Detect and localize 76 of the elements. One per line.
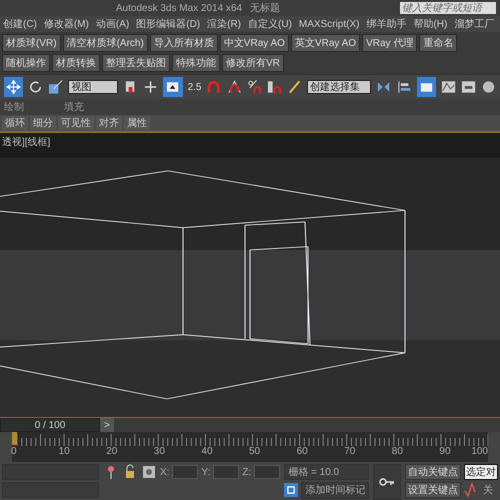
y-label: Y: <box>201 466 210 478</box>
timeline-tick-label: 30 <box>154 446 165 457</box>
script-button[interactable]: 中文VRay AO <box>220 34 289 52</box>
script-button[interactable]: 特殊功能 <box>172 54 220 72</box>
align-icon[interactable] <box>396 79 412 95</box>
selection-set-dropdown[interactable]: 创建选择集 <box>306 80 372 94</box>
menu-item[interactable]: 溜梦工厂 <box>453 17 496 31</box>
transform-mode-icon[interactable] <box>141 464 157 480</box>
script-button[interactable]: 材质球(VR) <box>2 34 61 52</box>
next-frame-button[interactable]: > <box>100 418 114 432</box>
viewport-panel[interactable]: 透视][线框] <box>0 131 500 417</box>
timeline-tick-label: 70 <box>344 446 356 457</box>
time-slider-thumb[interactable]: 0 / 100 <box>0 418 100 432</box>
timeline-tick-label: 100 <box>471 446 488 457</box>
ribbon-tab[interactable]: 对齐 <box>96 116 122 130</box>
script-button[interactable]: 整理丢失贴图 <box>102 54 170 72</box>
timeline-tick-label: 40 <box>201 446 213 457</box>
script-button[interactable]: 修改所有VR <box>222 54 284 72</box>
set-key-button[interactable]: 设置关键点 <box>405 482 461 498</box>
window-title: Autodesk 3ds Max 2014 x64 <box>116 2 242 14</box>
document-title: 无标题 <box>250 2 280 15</box>
viewport-label[interactable]: 透视][线框] <box>2 135 50 149</box>
menu-item[interactable]: 自定义(U) <box>247 17 293 31</box>
x-label: X: <box>160 466 170 478</box>
curve-editor-icon[interactable] <box>440 79 456 95</box>
ribbon-panel-label: 绘制 <box>4 100 24 114</box>
add-time-tag-field[interactable]: 添加时间标记 <box>301 482 370 498</box>
timeline-tick-label: 80 <box>392 446 403 457</box>
grid-size-readout: 栅格 = 10.0 <box>284 464 370 480</box>
ribbon-tab[interactable]: 循环 <box>2 116 28 130</box>
percent-snap-icon[interactable] <box>246 79 262 95</box>
search-field[interactable]: 键入关键字或短语 <box>400 2 496 14</box>
menu-item[interactable]: 渲染(R) <box>206 17 242 31</box>
timeline-tick-label: 0 <box>11 446 17 457</box>
pencil-icon[interactable] <box>286 79 302 95</box>
script-button[interactable]: 英文VRay AO <box>290 34 360 52</box>
move-icon[interactable] <box>143 79 158 95</box>
ribbon-tab[interactable]: 属性 <box>124 116 150 130</box>
script-button[interactable]: 材质转换 <box>52 54 100 72</box>
timeline-tick-label: 60 <box>296 446 308 457</box>
script-button[interactable]: 重命名 <box>419 34 458 52</box>
menu-item[interactable]: 动画(A) <box>94 17 130 31</box>
ribbon-panel-label: 填充 <box>64 100 84 114</box>
current-frame-marker[interactable] <box>12 432 17 445</box>
key-filters-label[interactable]: 关 <box>483 483 493 497</box>
y-coordinate-field[interactable] <box>213 465 240 479</box>
key-mode-dropdown[interactable]: 选定对 <box>464 464 498 480</box>
menu-item[interactable]: 修改器(M) <box>42 17 90 31</box>
script-button[interactable]: VRay 代理 <box>362 34 418 52</box>
script-button[interactable]: 导入所有材质 <box>150 34 218 52</box>
script-button[interactable]: 随机操作 <box>2 54 50 72</box>
menu-item[interactable]: MAXScript(X) <box>298 18 360 30</box>
snap-label[interactable]: 2.5 <box>188 82 202 92</box>
timeline-tick-label: 90 <box>439 446 451 457</box>
z-label: Z: <box>242 466 252 478</box>
x-coordinate-field[interactable] <box>172 465 198 479</box>
angle-snap-icon[interactable] <box>226 79 242 95</box>
timeline-ruler[interactable] <box>17 432 488 446</box>
ribbon-tab[interactable]: 可见性 <box>58 116 94 130</box>
timeline-tick-label: 10 <box>58 446 70 457</box>
move-icon[interactable] <box>4 77 24 97</box>
menu-item[interactable]: 帮助(H) <box>412 17 448 31</box>
timeline-tick-label: 20 <box>106 446 118 457</box>
time-tag-icon[interactable] <box>284 483 298 497</box>
auto-key-button[interactable]: 自动关键点 <box>405 464 461 480</box>
menu-item[interactable]: 绑羊助手 <box>365 17 408 31</box>
view-dropdown[interactable]: 视图 <box>68 80 118 94</box>
menu-item[interactable]: 图形编辑器(D) <box>135 17 202 31</box>
timeline-tick-label: 50 <box>249 446 260 457</box>
script-button[interactable]: 清空材质球(Arch) <box>62 34 148 52</box>
z-coordinate-field[interactable] <box>254 465 280 479</box>
spinner-snap-icon[interactable] <box>266 79 282 95</box>
scale-icon[interactable] <box>48 79 64 95</box>
ribbon-tab[interactable]: 细分 <box>30 116 56 130</box>
menu-item[interactable]: 创建(C) <box>2 17 38 31</box>
rotate-icon[interactable] <box>28 79 44 95</box>
